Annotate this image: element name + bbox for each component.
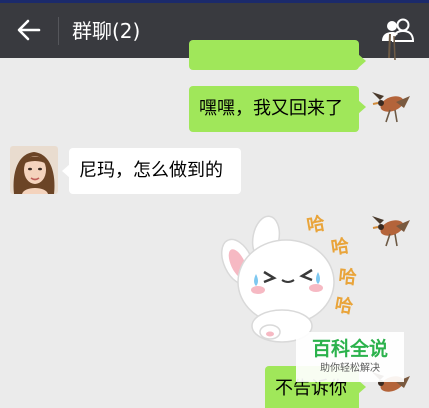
arrow-left-icon [17,19,41,41]
message-bubble-self[interactable]: 嘿嘿，我又回来了 [189,86,366,132]
message-bubble-contact[interactable]: 尼玛，怎么做到的 [62,148,241,194]
self-avatar-bird[interactable] [370,30,414,74]
back-button[interactable] [12,15,46,45]
message-bubble-self-truncated[interactable] [189,40,366,70]
self-avatar-bird[interactable] [370,210,414,254]
self-avatar-bird[interactable] [370,86,414,130]
chat-title: 群聊(2) [72,19,141,43]
header-divider [58,17,59,45]
sticker-ha-4: 哈 [333,293,355,318]
watermark-main-text: 百科全说 [311,338,388,360]
watermark-logo: 百科全说 助你轻松解决 [296,332,404,382]
message-text: 尼玛，怎么做到的 [79,160,223,181]
watermark-sub-text: 助你轻松解决 [320,363,380,374]
message-text: 嘿嘿，我又回来了 [199,98,343,119]
sticker-ha-1: 哈 [305,212,327,237]
laughing-bunny-sticker[interactable]: 哈 哈 哈 哈 [216,210,366,346]
chat-screen: 群聊(2) 嘿嘿，我又回来了 尼玛，怎么做到的 哈 哈 哈 哈 不告诉你 百科全… [0,0,429,408]
sticker-ha-3: 哈 [337,265,357,289]
contact-avatar[interactable] [10,146,58,194]
sticker-ha-2: 哈 [330,235,351,259]
